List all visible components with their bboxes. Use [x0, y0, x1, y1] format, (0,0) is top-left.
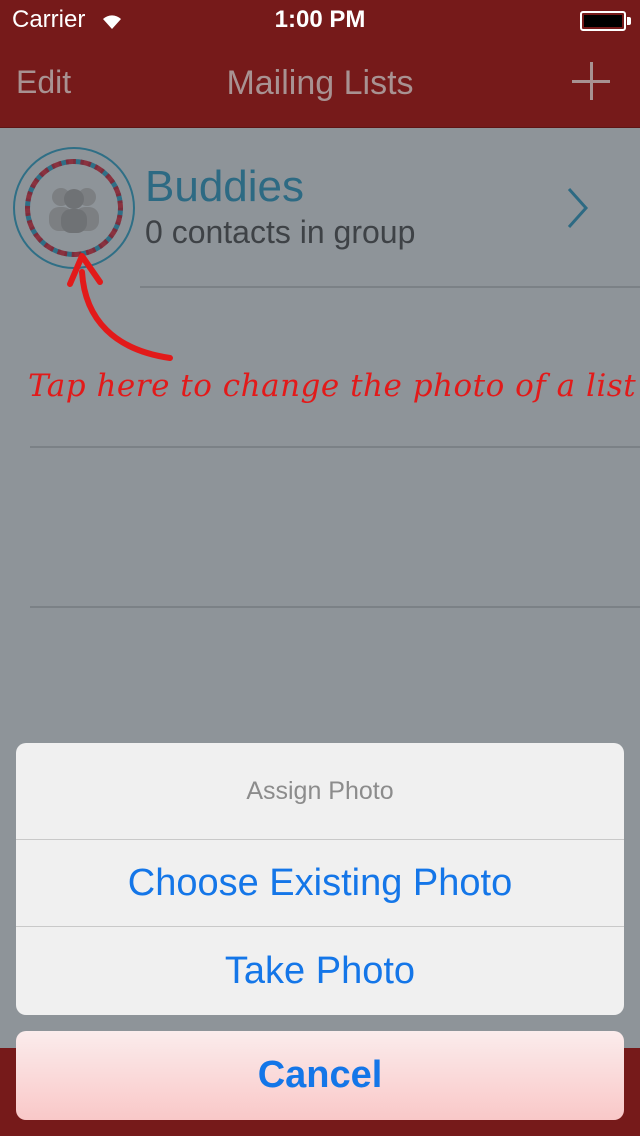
- choose-existing-photo-button[interactable]: Choose Existing Photo: [16, 840, 624, 927]
- cancel-button[interactable]: Cancel: [16, 1031, 624, 1120]
- battery-icon: [580, 11, 626, 31]
- page-title: Mailing Lists: [226, 64, 414, 102]
- list-name[interactable]: Buddies: [145, 162, 304, 212]
- plus-icon[interactable]: [570, 60, 614, 104]
- status-bar: Carrier 1:00 PM: [0, 0, 640, 40]
- row-separator: [30, 446, 640, 448]
- take-photo-button[interactable]: Take Photo: [16, 928, 624, 1015]
- chevron-right-icon[interactable]: [566, 186, 590, 230]
- group-icon: [49, 188, 99, 233]
- list-contact-count: 0 contacts in group: [145, 214, 416, 250]
- navigation-bar: Edit Mailing Lists: [0, 40, 640, 128]
- status-time: 1:00 PM: [274, 6, 366, 33]
- row-separator: [140, 286, 640, 288]
- battery-tip: [627, 17, 631, 25]
- action-sheet: Assign Photo Choose Existing Photo Take …: [16, 743, 624, 1015]
- row-separator: [30, 606, 640, 608]
- action-sheet-title: Assign Photo: [16, 743, 624, 840]
- annotation-arrow-icon: [67, 253, 173, 361]
- annotation-hint: Tap here to change the photo of a list: [28, 368, 637, 404]
